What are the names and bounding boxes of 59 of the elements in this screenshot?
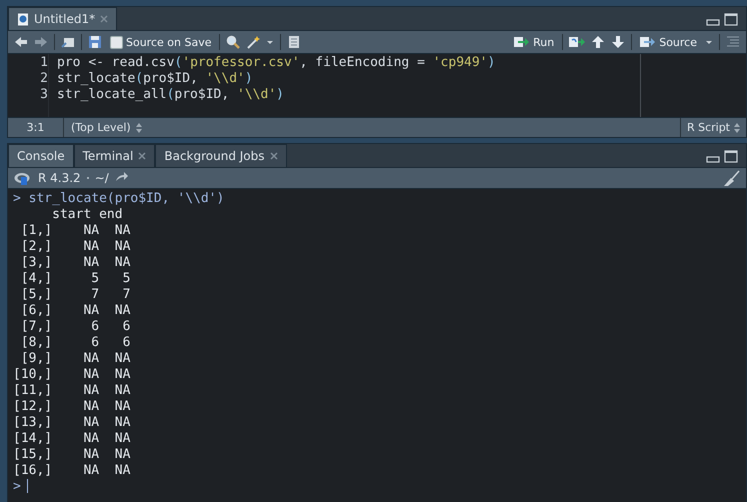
dropdown-caret-icon[interactable]: [705, 38, 713, 46]
console-output-line: [13,] NA NA: [13, 415, 132, 431]
cursor-position: 3:1: [8, 118, 64, 137]
console-output-line: [11,] NA NA: [13, 383, 132, 399]
console-command: > str_locate(pro$ID, '\\d'): [13, 191, 226, 207]
show-in-window-icon[interactable]: [61, 35, 75, 49]
console-output-line: start end: [51, 207, 124, 223]
broom-icon[interactable]: [722, 170, 740, 186]
source-arrow-icon[interactable]: [640, 35, 656, 49]
console-output-line: [3,] NA NA: [20, 255, 132, 271]
file-type-selector[interactable]: R Script: [686, 121, 730, 134]
up-arrow-icon[interactable]: [591, 35, 606, 49]
scope-selector[interactable]: (Top Level): [64, 121, 131, 134]
console-tab[interactable]: Background Jobs: [155, 144, 287, 167]
save-icon[interactable]: [88, 35, 102, 49]
maximize-icon[interactable]: [724, 150, 738, 163]
back-arrow-icon[interactable]: [14, 35, 28, 49]
console-output-line: [15,] NA NA: [13, 447, 132, 463]
editor-tab[interactable]: Untitled1*: [8, 7, 118, 30]
line-number: 1: [39, 55, 48, 71]
notebook-icon[interactable]: [287, 35, 302, 49]
console-output-line: [6,] NA NA: [20, 303, 132, 319]
console-prompt[interactable]: >: [13, 479, 741, 495]
code-line: pro <- read.csv('professor.csv', fileEncoding = 'cp949'): [57, 55, 496, 71]
console-tab[interactable]: Terminal: [74, 144, 156, 167]
source-on-save-checkbox[interactable]: Source on Save: [108, 36, 214, 48]
working-directory[interactable]: ~/: [94, 171, 109, 185]
console-output-line: [5,] 7 7: [20, 287, 132, 303]
console-output-line: [16,] NA NA: [13, 463, 132, 479]
down-arrow-icon[interactable]: [611, 35, 626, 49]
console-output-line: [2,] NA NA: [20, 239, 132, 255]
up-down-icon: [136, 122, 142, 132]
magic-wand-icon[interactable]: [246, 35, 260, 49]
dropdown-caret-icon[interactable]: [266, 38, 274, 46]
line-number: 3: [39, 87, 48, 103]
source-button[interactable]: Source: [638, 35, 699, 49]
console-output-line: [14,] NA NA: [13, 431, 132, 447]
close-icon[interactable]: [138, 152, 146, 160]
console-tab[interactable]: Console: [8, 144, 74, 167]
code-line: str_locate_all(pro$ID, '\\d'): [57, 87, 285, 103]
up-down-icon: [734, 122, 740, 132]
close-icon[interactable]: [270, 152, 278, 160]
rerun-icon[interactable]: [569, 35, 586, 49]
r-file-icon: [17, 12, 29, 26]
line-number: 2: [39, 71, 48, 87]
console-output-line: [1,] NA NA: [20, 223, 132, 239]
console-output-line: [9,] NA NA: [20, 351, 132, 367]
console-output-line: [8,] 6 6: [20, 335, 132, 351]
maximize-icon[interactable]: [724, 13, 738, 26]
console-output-line: [4,] 5 5: [20, 271, 132, 287]
run-arrow-icon[interactable]: [514, 35, 530, 49]
search-icon[interactable]: [226, 35, 240, 49]
run-button[interactable]: Run: [512, 35, 556, 49]
code-line: str_locate(pro$ID, '\\d'): [57, 71, 254, 87]
console-output-line: [12,] NA NA: [13, 399, 132, 415]
console-output-line: [7,] 6 6: [20, 319, 132, 335]
r-version: R 4.3.2: [38, 171, 81, 185]
console-output-line: [10,] NA NA: [13, 367, 132, 383]
r-logo-icon: [14, 172, 32, 184]
